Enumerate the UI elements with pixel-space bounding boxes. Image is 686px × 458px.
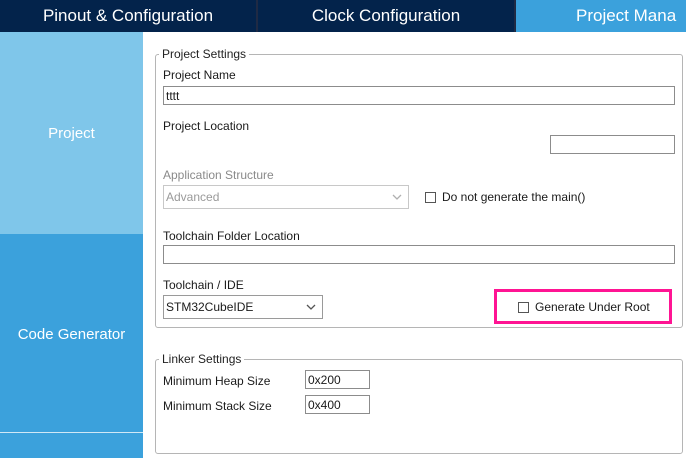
min-heap-size-label: Minimum Heap Size bbox=[163, 374, 271, 388]
tab-pinout-configuration[interactable]: Pinout & Configuration bbox=[0, 0, 256, 32]
do-not-generate-main-checkbox[interactable]: Do not generate the main() bbox=[425, 190, 585, 204]
project-location-input[interactable] bbox=[550, 135, 675, 154]
toolchain-folder-label: Toolchain Folder Location bbox=[163, 229, 300, 243]
checkbox-box[interactable] bbox=[518, 301, 529, 313]
min-stack-size-input[interactable] bbox=[305, 395, 370, 414]
project-name-label: Project Name bbox=[163, 68, 236, 82]
min-stack-size-label: Minimum Stack Size bbox=[163, 399, 272, 413]
top-tab-bar: Pinout & Configuration Clock Configurati… bbox=[0, 0, 686, 32]
project-name-input[interactable] bbox=[163, 86, 675, 105]
generate-under-root-label: Generate Under Root bbox=[535, 300, 650, 314]
tab-project-manager[interactable]: Project Mana bbox=[516, 0, 686, 32]
nav-separator bbox=[0, 432, 143, 433]
nav-item-project[interactable]: Project bbox=[0, 32, 143, 234]
application-structure-value: Advanced bbox=[166, 190, 220, 204]
nav-item-label: Project bbox=[48, 124, 95, 142]
application-structure-select[interactable]: Advanced bbox=[163, 185, 409, 209]
checkbox-box[interactable] bbox=[425, 191, 436, 203]
nav-item-code-generator[interactable]: Code Generator bbox=[0, 236, 143, 432]
chevron-down-icon bbox=[306, 304, 316, 310]
tab-clock-configuration[interactable]: Clock Configuration bbox=[258, 0, 514, 32]
toolchain-ide-label: Toolchain / IDE bbox=[163, 278, 244, 292]
do-not-generate-main-label: Do not generate the main() bbox=[442, 190, 586, 204]
toolchain-folder-input[interactable] bbox=[163, 245, 675, 264]
generate-under-root-checkbox[interactable]: Generate Under Root bbox=[518, 300, 650, 314]
project-settings-legend: Project Settings bbox=[159, 47, 250, 61]
nav-item-label: Code Generator bbox=[17, 325, 126, 343]
application-structure-label: Application Structure bbox=[163, 168, 274, 182]
linker-settings-legend: Linker Settings bbox=[159, 352, 245, 366]
toolchain-ide-value: STM32CubeIDE bbox=[166, 300, 254, 314]
project-location-label: Project Location bbox=[163, 119, 250, 133]
toolchain-ide-select[interactable]: STM32CubeIDE bbox=[163, 295, 323, 319]
min-heap-size-input[interactable] bbox=[305, 370, 370, 389]
left-navigation-panel: Project Code Generator bbox=[0, 32, 143, 458]
chevron-down-icon bbox=[392, 194, 402, 200]
